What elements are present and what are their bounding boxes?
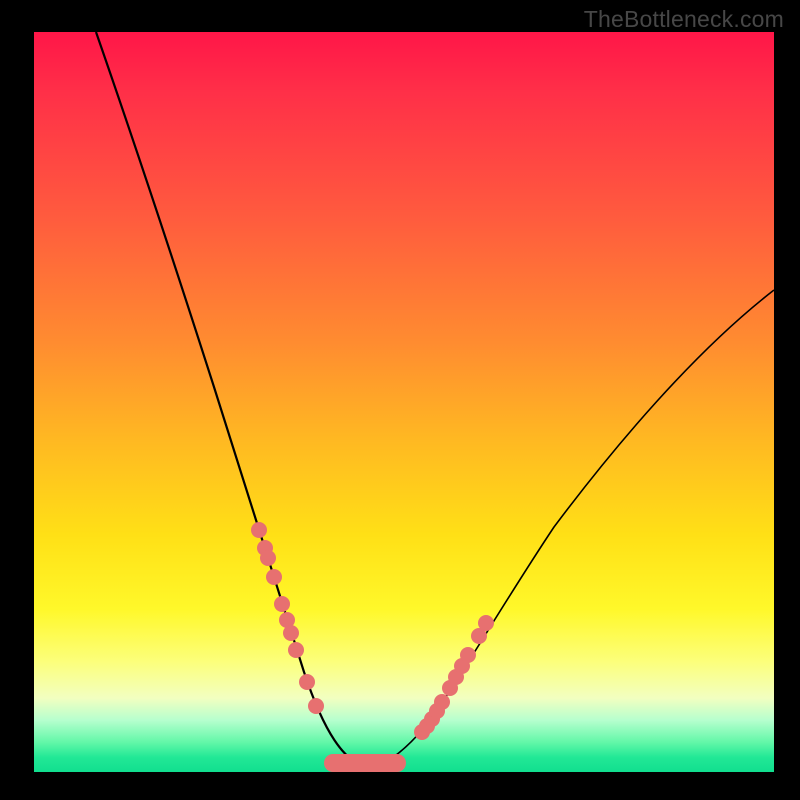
chart-frame: TheBottleneck.com [0, 0, 800, 800]
right-markers [414, 615, 494, 740]
left-curve [96, 32, 368, 768]
plot-area [34, 32, 774, 772]
watermark-text: TheBottleneck.com [584, 6, 784, 33]
left-markers [251, 522, 324, 714]
bottom-pill [324, 754, 406, 772]
right-curve [368, 290, 774, 768]
curve-layer [34, 32, 774, 772]
